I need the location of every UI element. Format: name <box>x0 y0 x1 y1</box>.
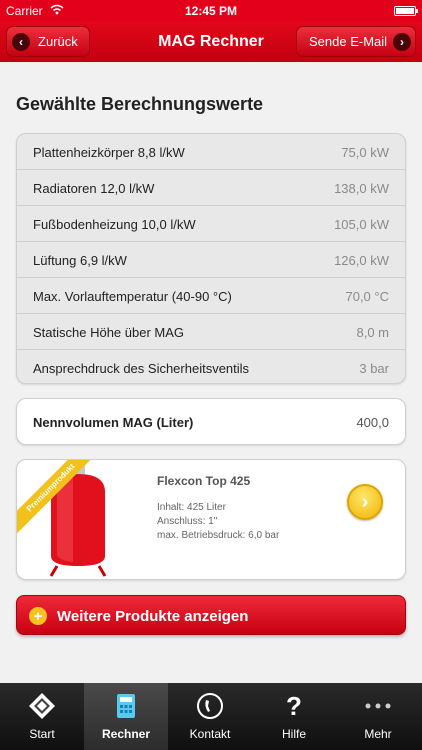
volume-label: Nennvolumen MAG (Liter) <box>33 415 194 430</box>
row-value: 126,0 kW <box>334 253 389 268</box>
battery-icon <box>394 6 418 16</box>
row-label: Radiatoren 12,0 l/kW <box>33 181 155 196</box>
row-value: 105,0 kW <box>334 217 389 232</box>
table-row: Max. Vorlauftemperatur (40-90 °C) 70,0 °… <box>17 278 405 314</box>
row-label: Fußbodenheizung 10,0 l/kW <box>33 217 196 232</box>
tab-label: Rechner <box>101 727 151 741</box>
table-row: Ansprechdruck des Sicherheitsventils 3 b… <box>17 350 405 383</box>
help-icon: ? <box>286 690 302 721</box>
row-value: 70,0 °C <box>345 289 389 304</box>
tab-bar: Start Rechner Kontakt ? Hilfe Mehr <box>0 683 422 750</box>
product-inhalt: Inhalt: 425 Liter <box>157 502 226 513</box>
tab-label: Kontakt <box>189 727 231 741</box>
table-row: Radiatoren 12,0 l/kW 138,0 kW <box>17 170 405 206</box>
tab-rechner[interactable]: Rechner <box>84 683 168 750</box>
table-row: Fußbodenheizung 10,0 l/kW 105,0 kW <box>17 206 405 242</box>
more-dots-icon <box>363 691 393 721</box>
product-druck: max. Betriebsdruck: 6,0 bar <box>157 530 280 541</box>
row-value: 8,0 m <box>356 325 389 340</box>
status-time: 12:45 PM <box>184 4 238 18</box>
start-logo-icon <box>27 691 57 721</box>
table-row: Plattenheizkörper 8,8 l/kW 75,0 kW <box>17 134 405 170</box>
row-label: Lüftung 6,9 l/kW <box>33 253 127 268</box>
row-value: 3 bar <box>359 361 389 376</box>
calculator-icon <box>111 691 141 721</box>
navigation-bar: ‹ Zurück MAG Rechner Sende E-Mail › <box>0 22 422 62</box>
status-bar: Carrier 12:45 PM <box>0 0 422 22</box>
row-label: Statische Höhe über MAG <box>33 325 185 340</box>
more-products-button[interactable]: + Weitere Produkte anzeigen <box>16 595 406 635</box>
product-card[interactable]: Premiumprodukt Flexcon Top 425 Inhalt: 4… <box>16 459 406 580</box>
tab-kontakt[interactable]: Kontakt <box>168 683 252 750</box>
row-label: Plattenheizkörper 8,8 l/kW <box>33 145 185 160</box>
values-table: Plattenheizkörper 8,8 l/kW 75,0 kW Radia… <box>16 133 406 384</box>
more-products-label: Weitere Produkte anzeigen <box>57 608 249 625</box>
phone-icon <box>195 691 225 721</box>
row-label: Ansprechdruck des Sicherheitsventils <box>33 361 250 376</box>
tab-mehr[interactable]: Mehr <box>336 683 422 750</box>
tab-label: Hilfe <box>281 727 306 741</box>
tab-start[interactable]: Start <box>0 683 84 750</box>
volume-result: Nennvolumen MAG (Liter) 400,0 <box>16 398 406 445</box>
row-value: 75,0 kW <box>341 145 389 160</box>
section-heading: Gewählte Berechnungswerte <box>16 94 264 114</box>
table-row: Lüftung 6,9 l/kW 126,0 kW <box>17 242 405 278</box>
product-name: Flexcon Top 425 <box>157 474 251 488</box>
volume-value: 400,0 <box>356 415 389 430</box>
row-value: 138,0 kW <box>334 181 389 196</box>
tab-hilfe[interactable]: ? Hilfe <box>252 683 336 750</box>
chevron-right-icon[interactable]: › <box>347 484 383 520</box>
plus-icon: + <box>29 607 47 625</box>
table-row: Statische Höhe über MAG 8,0 m <box>17 314 405 350</box>
product-anschluss: Anschluss: 1" <box>157 516 218 527</box>
send-email-label: Sende E-Mail <box>309 34 388 49</box>
chevron-right-icon: › <box>393 33 411 51</box>
tab-label: Mehr <box>364 727 392 741</box>
row-label: Max. Vorlauftemperatur (40-90 °C) <box>33 289 232 304</box>
tab-label: Start <box>29 727 55 741</box>
send-email-button[interactable]: Sende E-Mail › <box>296 26 416 57</box>
